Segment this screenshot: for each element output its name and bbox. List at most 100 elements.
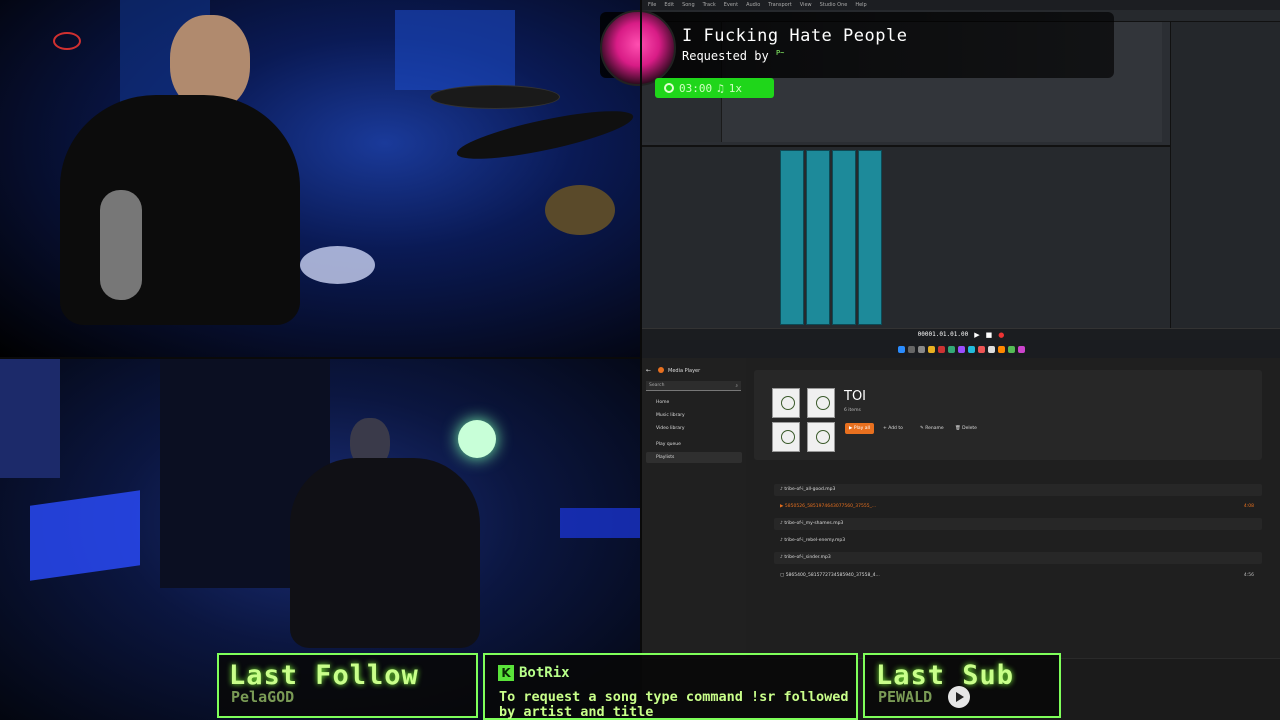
track-row[interactable]: ♪ tribe-of-i_my-shames.mp3 — [774, 518, 1262, 530]
nav-label: Video library — [656, 426, 685, 431]
play-all-button[interactable]: ▶ Play all — [845, 423, 874, 434]
music-note-icon: ♫ — [717, 81, 724, 95]
delete-button[interactable]: 🗑 Delete — [951, 423, 981, 434]
botrix-logo-icon: K — [498, 665, 514, 681]
search-placeholder: Search — [649, 383, 665, 388]
song-timer: 03:00 ♫ 1x — [655, 78, 774, 98]
drum-pad — [300, 246, 375, 284]
transport-time: 00001.01.01.00 — [917, 331, 969, 338]
clock-icon — [664, 83, 674, 93]
add-to-button[interactable]: + Add to — [879, 423, 907, 434]
menu-studio-one[interactable]: Studio One — [820, 2, 848, 8]
button-label: Add to — [888, 426, 903, 431]
menu-file[interactable]: File — [648, 2, 656, 8]
app-name: Media Player — [668, 368, 701, 374]
track-name: tribe-of-i_rebel-enemy.mp3 — [784, 538, 846, 543]
nav-label: Music library — [656, 413, 685, 418]
track-name: 5850526_5851974643077560_37555_... — [784, 504, 877, 509]
playlist-thumbnail — [772, 388, 800, 418]
nav-video-library[interactable]: Video library — [646, 423, 742, 434]
button-label: Delete — [962, 426, 977, 431]
requested-by-label: Requested by — [682, 49, 769, 63]
track-name: tribe-of-i_my-shames.mp3 — [784, 521, 844, 526]
browser-panel[interactable] — [1170, 22, 1280, 340]
nav-home[interactable]: Home — [646, 397, 742, 408]
bot-name: BotRix — [519, 665, 570, 681]
media-play-button[interactable] — [948, 686, 970, 708]
person-shirt — [60, 95, 300, 325]
menu-song[interactable]: Song — [682, 2, 695, 8]
track-row-playing[interactable]: ▶ 5850526_5851974643077560_37555_... 4:08 — [774, 501, 1262, 513]
guitar — [545, 185, 615, 235]
nav-label: Home — [656, 400, 670, 405]
menu-event[interactable]: Event — [724, 2, 738, 8]
task-view-icon[interactable] — [917, 345, 925, 353]
last-sub-name: PEWALD — [878, 688, 933, 706]
menu-audio[interactable]: Audio — [746, 2, 760, 8]
search-icon[interactable] — [907, 345, 915, 353]
menu-view[interactable]: View — [800, 2, 812, 8]
led-strip — [560, 508, 640, 538]
laptop-screen — [30, 490, 140, 581]
menu-transport[interactable]: Transport — [768, 2, 791, 8]
mixer-channel[interactable] — [832, 150, 856, 325]
button-label: Rename — [925, 426, 944, 431]
playlist-thumbnail — [807, 388, 835, 418]
search-icon[interactable]: ⌕ — [735, 383, 738, 389]
mixer-channel[interactable] — [858, 150, 882, 325]
play-icon[interactable]: ▶ — [974, 331, 979, 339]
playlist-title: TOI — [844, 389, 867, 404]
app-icon[interactable] — [1007, 345, 1015, 353]
app-icon[interactable] — [987, 345, 995, 353]
transport-bar[interactable]: 00001.01.01.00 ▶ ■ ● — [642, 328, 1280, 340]
last-sub-label: Last Sub — [876, 660, 1015, 691]
album-art — [600, 10, 676, 86]
rename-button[interactable]: ✎ Rename — [916, 423, 948, 434]
bot-message: To request a song type command !sr follo… — [499, 689, 849, 720]
menu-track[interactable]: Track — [703, 2, 716, 8]
track-row[interactable]: ♪ tribe-of-i_rebel-enemy.mp3 — [774, 535, 1262, 547]
search-input[interactable]: Search ⌕ — [646, 381, 741, 391]
mixer-console[interactable] — [642, 145, 1170, 330]
app-icon[interactable] — [1017, 345, 1025, 353]
app-icon[interactable] — [937, 345, 945, 353]
channel-logo-icon — [53, 32, 81, 50]
microphone — [100, 190, 142, 300]
track-name: 5865400_5815772734585940_37558_4... — [785, 573, 880, 578]
mixer-channel[interactable] — [780, 150, 804, 325]
app-icon[interactable] — [947, 345, 955, 353]
back-icon[interactable]: ← — [646, 367, 651, 374]
playlist-thumbnail — [772, 422, 800, 452]
track-row[interactable]: ♪ tribe-of-i_all-good.mp3 — [774, 484, 1262, 496]
record-icon[interactable]: ● — [998, 331, 1004, 339]
file-explorer-icon[interactable] — [927, 345, 935, 353]
nav-label: Play queue — [656, 442, 681, 447]
nav-playlists[interactable]: Playlists — [646, 452, 742, 463]
cymbal — [430, 85, 560, 109]
track-duration: 4:56 — [1243, 573, 1254, 578]
lamp-light — [458, 420, 496, 458]
speed-value: 1x — [728, 81, 742, 95]
menu-help[interactable]: Help — [855, 2, 866, 8]
monitor — [0, 358, 60, 478]
last-follow-name: PelaGOD — [231, 688, 295, 706]
mixer-channel[interactable] — [806, 150, 830, 325]
cymbal — [453, 101, 637, 169]
app-icon[interactable] — [967, 345, 975, 353]
track-duration: 4:08 — [1243, 504, 1254, 509]
app-icon[interactable] — [977, 345, 985, 353]
track-row[interactable]: ▢ 5865400_5815772734585940_37558_4... 4:5… — [774, 570, 1262, 582]
windows-taskbar — [642, 340, 1280, 358]
app-logo-icon — [658, 367, 664, 373]
menu-edit[interactable]: Edit — [664, 2, 674, 8]
start-icon[interactable] — [897, 345, 905, 353]
stop-icon[interactable]: ■ — [986, 331, 993, 339]
app-icon[interactable] — [957, 345, 965, 353]
nav-play-queue[interactable]: Play queue — [646, 439, 742, 450]
app-icon[interactable] — [997, 345, 1005, 353]
track-row[interactable]: ♪ tribe-of-i_sinder.mp3 — [774, 552, 1262, 564]
button-label: Play all — [853, 426, 870, 431]
nav-music-library[interactable]: Music library — [646, 410, 742, 421]
pane-divider — [0, 357, 641, 359]
camera-drummer-front — [0, 0, 641, 358]
